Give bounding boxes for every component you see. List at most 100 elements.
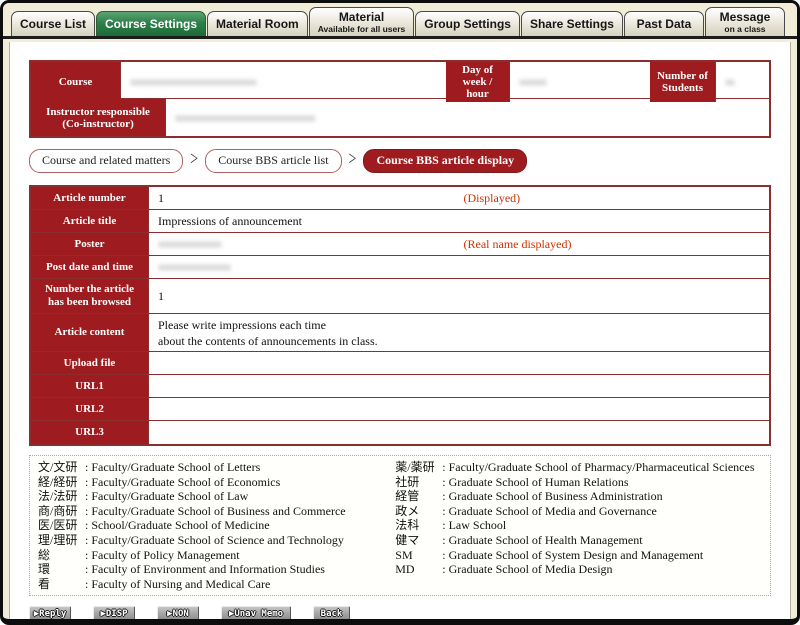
legend-item: 社研: Graduate School of Human Relations xyxy=(395,475,762,490)
legend-item: 看: Faculty of Nursing and Medical Care xyxy=(38,577,387,592)
legend-item: 政メ: Graduate School of Media and Governa… xyxy=(395,504,762,519)
legend-abbr: 理/理研 xyxy=(38,533,85,548)
legend-item: 文/文研: Faculty/Graduate School of Letters xyxy=(38,460,387,475)
legend-item: 商/商研: Faculty/Graduate School of Busines… xyxy=(38,504,387,519)
chevron-right-icon: > xyxy=(190,150,198,172)
post-date-label: Post date and time xyxy=(31,256,149,278)
legend-abbr: SM xyxy=(395,548,442,563)
browse-count-row: Number the article has been browsed 1 xyxy=(31,279,769,314)
faculty-legend-left-column: 文/文研: Faculty/Graduate School of Letters… xyxy=(38,460,387,591)
legend-abbr: 看 xyxy=(38,577,85,592)
legend-item: MD: Graduate School of Media Design xyxy=(395,562,762,577)
tab-course-list[interactable]: Course List xyxy=(11,11,95,36)
legend-item: 経/経研: Faculty/Graduate School of Economi… xyxy=(38,475,387,490)
legend-item: 健マ: Graduate School of Health Management xyxy=(395,533,762,548)
legend-item: 理/理研: Faculty/Graduate School of Science… xyxy=(38,533,387,548)
non-button[interactable]: ▶NON xyxy=(157,606,199,621)
students-value-redacted: xx xyxy=(725,76,734,88)
unav-memo-button[interactable]: ▶Unav Memo xyxy=(221,606,291,621)
legend-abbr: 政メ xyxy=(395,504,442,519)
tab-share-settings[interactable]: Share Settings xyxy=(521,11,623,36)
students-value: xx xyxy=(716,62,769,102)
article-content-line-2: about the contents of announcements in c… xyxy=(158,333,769,349)
legend-name: : Faculty of Policy Management xyxy=(85,548,387,563)
legend-name: : Graduate School of Media and Governanc… xyxy=(442,504,762,519)
article-number-row: Article number 1 (Displayed) xyxy=(31,187,769,210)
legend-name: : Graduate School of System Design and M… xyxy=(442,548,762,563)
poster-row: Poster xxxxxxxxxxxxxx (Real name display… xyxy=(31,233,769,256)
article-content-label: Article content xyxy=(31,314,149,351)
breadcrumb-bbs-article-display: Course BBS article display xyxy=(363,149,527,173)
tab-group-settings[interactable]: Group Settings xyxy=(415,11,520,36)
legend-name: : Graduate School of Health Management xyxy=(442,533,762,548)
poster-value-redacted: xxxxxxxxxxxxxx xyxy=(158,238,464,250)
legend-abbr: 環 xyxy=(38,562,85,577)
tab-course-settings[interactable]: Course Settings xyxy=(96,11,206,36)
legend-item: SM: Graduate School of System Design and… xyxy=(395,548,762,563)
back-button[interactable]: Back xyxy=(313,606,350,621)
legend-abbr: 経/経研 xyxy=(38,475,85,490)
instructor-value-redacted: xxxxxxxxxxxxxxxxxxxxxxxxxxxxxxx xyxy=(175,112,315,124)
instructor-label: Instructor responsible (Co-instructor) xyxy=(31,99,166,136)
reply-button[interactable]: ▶Reply xyxy=(29,606,71,621)
url2-row: URL2 xyxy=(31,398,769,421)
legend-abbr: 薬/薬研 xyxy=(395,460,442,475)
disp-button[interactable]: ▶DISP xyxy=(93,606,135,621)
faculty-legend-right-column: 薬/薬研: Faculty/Graduate School of Pharmac… xyxy=(395,460,762,591)
app-window: Course List Course Settings Material Roo… xyxy=(0,0,800,625)
url3-row: URL3 xyxy=(31,421,769,444)
article-content-value: Please write impressions each time about… xyxy=(149,314,769,351)
url1-row: URL1 xyxy=(31,375,769,398)
legend-abbr: 医/医研 xyxy=(38,518,85,533)
chevron-right-icon: > xyxy=(349,150,357,172)
legend-abbr: 社研 xyxy=(395,475,442,490)
article-number-value: 1 xyxy=(158,191,464,206)
day-of-week-label: Day of week / hour xyxy=(446,62,510,102)
poster-status: (Real name displayed) xyxy=(464,237,770,252)
legend-item: 法科: Law School xyxy=(395,518,762,533)
legend-abbr: 商/商研 xyxy=(38,504,85,519)
legend-name: : Faculty of Nursing and Medical Care xyxy=(85,577,387,592)
legend-name: : Law School xyxy=(442,518,762,533)
tab-message[interactable]: Message on a class xyxy=(705,7,785,36)
legend-item: 総: Faculty of Policy Management xyxy=(38,548,387,563)
legend-name: : School/Graduate School of Medicine xyxy=(85,518,387,533)
course-value-redacted: xxxxxxxxxxxxxxxxxxxxxxxxxxxx xyxy=(130,76,256,88)
legend-name: : Graduate School of Business Administra… xyxy=(442,489,762,504)
tab-material-label: Material xyxy=(339,11,384,24)
article-number-label: Article number xyxy=(31,187,149,209)
legend-item: 環: Faculty of Environment and Informatio… xyxy=(38,562,387,577)
url3-label: URL3 xyxy=(31,421,149,444)
legend-name: : Faculty/Graduate School of Science and… xyxy=(85,533,387,548)
post-date-value-redacted: xxxxxxxxxxxxxxxx xyxy=(158,261,464,273)
upload-file-label: Upload file xyxy=(31,352,149,374)
tab-past-data[interactable]: Past Data xyxy=(624,11,704,36)
course-info-row-2: Instructor responsible (Co-instructor) x… xyxy=(31,99,769,136)
tab-message-label: Message xyxy=(720,11,771,24)
browse-count-label: Number the article has been browsed xyxy=(31,279,149,313)
students-label: Number of Students xyxy=(650,62,716,102)
legend-name: : Faculty/Graduate School of Law xyxy=(85,489,387,504)
legend-item: 経管: Graduate School of Business Administ… xyxy=(395,489,762,504)
course-value: xxxxxxxxxxxxxxxxxxxxxxxxxxxx xyxy=(121,62,446,102)
article-title-row: Article title Impressions of announcemen… xyxy=(31,210,769,233)
legend-name: : Faculty/Graduate School of Letters xyxy=(85,460,387,475)
post-date-row: Post date and time xxxxxxxxxxxxxxxx xyxy=(31,256,769,279)
legend-name: : Graduate School of Media Design xyxy=(442,562,762,577)
article-title-label: Article title xyxy=(31,210,149,232)
tab-material-room[interactable]: Material Room xyxy=(207,11,308,36)
instructor-value: xxxxxxxxxxxxxxxxxxxxxxxxxxxxxxx xyxy=(166,99,769,136)
legend-name: : Faculty/Graduate School of Pharmacy/Ph… xyxy=(442,460,762,475)
upload-file-row: Upload file xyxy=(31,352,769,375)
course-info-row-1: Course xxxxxxxxxxxxxxxxxxxxxxxxxxxx Day … xyxy=(31,62,769,99)
legend-name: : Faculty of Environment and Information… xyxy=(85,562,387,577)
legend-abbr: 総 xyxy=(38,548,85,563)
tab-material[interactable]: Material Available for all users xyxy=(309,7,415,36)
day-of-week-value-redacted: xxxxxx xyxy=(519,76,546,88)
legend-abbr: 健マ xyxy=(395,533,442,548)
legend-item: 薬/薬研: Faculty/Graduate School of Pharmac… xyxy=(395,460,762,475)
breadcrumb-course-matters[interactable]: Course and related matters xyxy=(29,149,183,173)
course-label: Course xyxy=(31,62,121,102)
action-button-row: ▶Reply ▶DISP ▶NON ▶Unav Memo Back xyxy=(29,606,771,621)
breadcrumb-bbs-article-list[interactable]: Course BBS article list xyxy=(205,149,341,173)
